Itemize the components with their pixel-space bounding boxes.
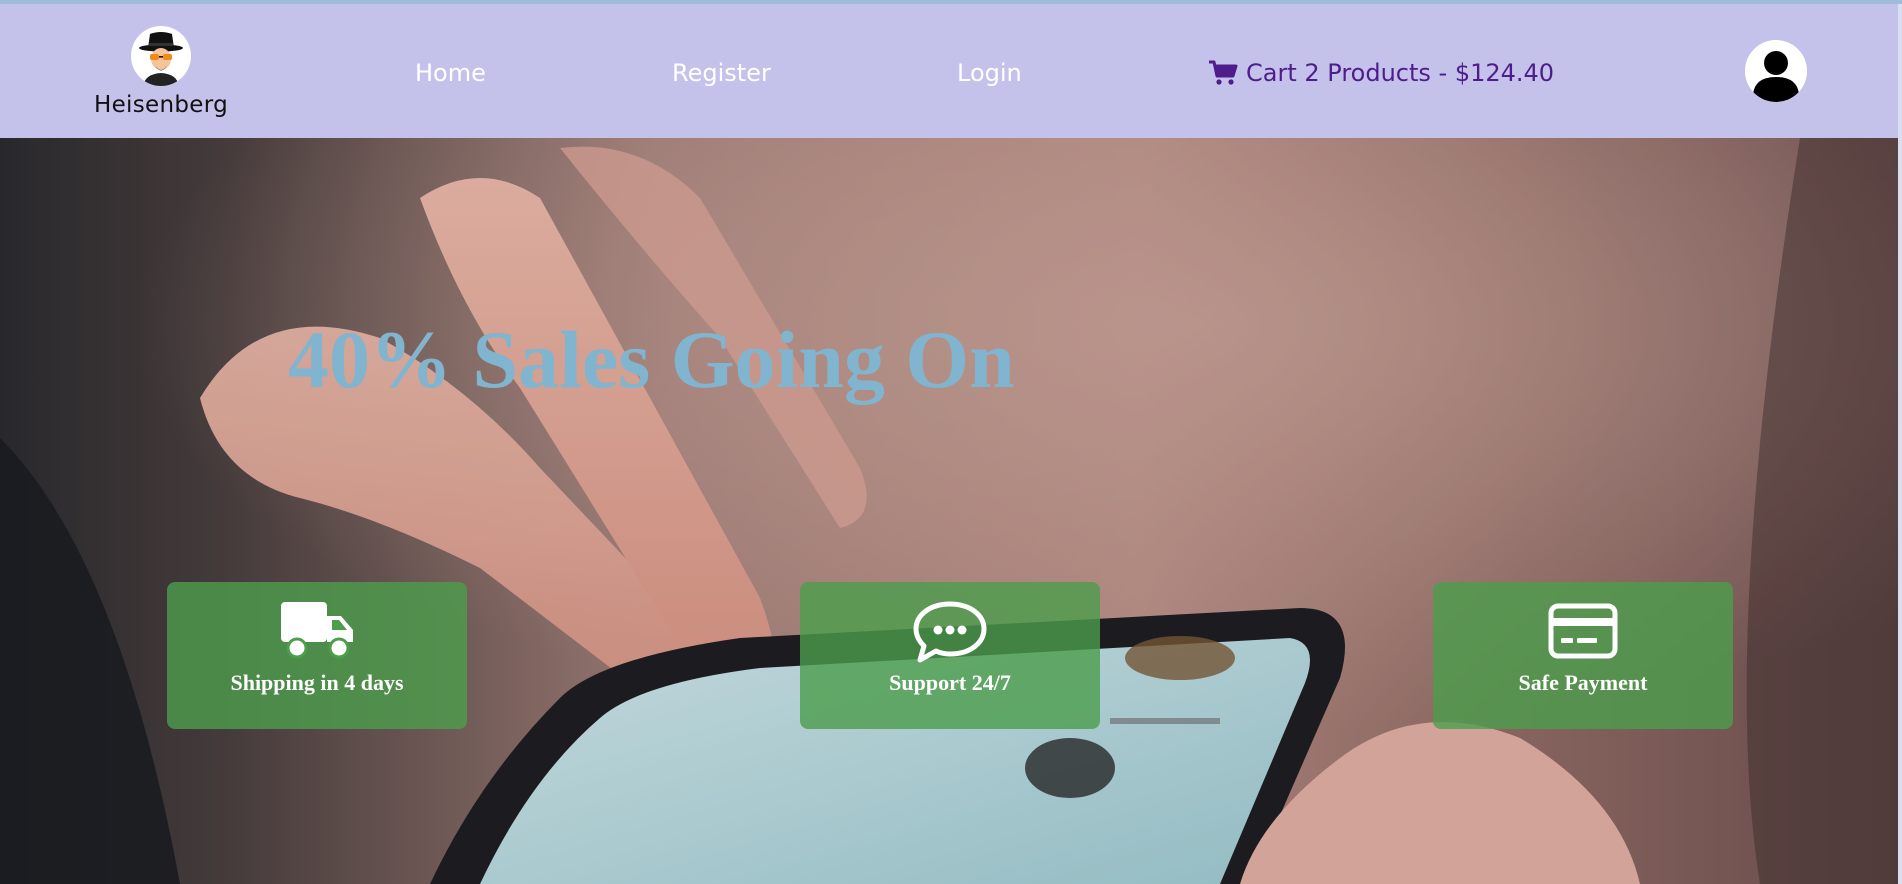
credit-card-icon (1548, 603, 1618, 659)
brand-name: Heisenberg (94, 92, 228, 118)
feature-label: Safe Payment (1518, 670, 1648, 695)
nav-register-link[interactable]: Register (672, 59, 771, 87)
chat-bubble-icon (913, 601, 987, 663)
feature-payment: Safe Payment (1433, 582, 1733, 729)
nav-login-link[interactable]: Login (957, 59, 1022, 87)
nav-home-link[interactable]: Home (415, 59, 486, 87)
hero-background-image (0, 138, 1898, 884)
navbar: Heisenberg Home Register Login Cart 2 Pr… (0, 4, 1900, 138)
hero-title: 40% Sales Going On (288, 314, 1015, 405)
cart-summary: Cart 2 Products - $124.40 (1246, 59, 1555, 87)
feature-shipping: Shipping in 4 days (167, 582, 467, 729)
feature-support: Support 24/7 (800, 582, 1100, 729)
cart-button[interactable]: Cart 2 Products - $124.40 (1208, 59, 1554, 87)
cart-icon (1208, 60, 1238, 86)
scrollbar[interactable] (1898, 4, 1902, 884)
brand[interactable]: Heisenberg (90, 26, 232, 118)
feature-label: Support 24/7 (889, 670, 1011, 695)
hero-banner: 40% Sales Going On Shipping in 4 days Su… (0, 138, 1898, 884)
user-avatar-icon[interactable] (1745, 40, 1807, 102)
truck-icon (281, 602, 353, 659)
feature-label: Shipping in 4 days (230, 670, 404, 695)
heisenberg-logo-icon[interactable] (131, 26, 191, 86)
